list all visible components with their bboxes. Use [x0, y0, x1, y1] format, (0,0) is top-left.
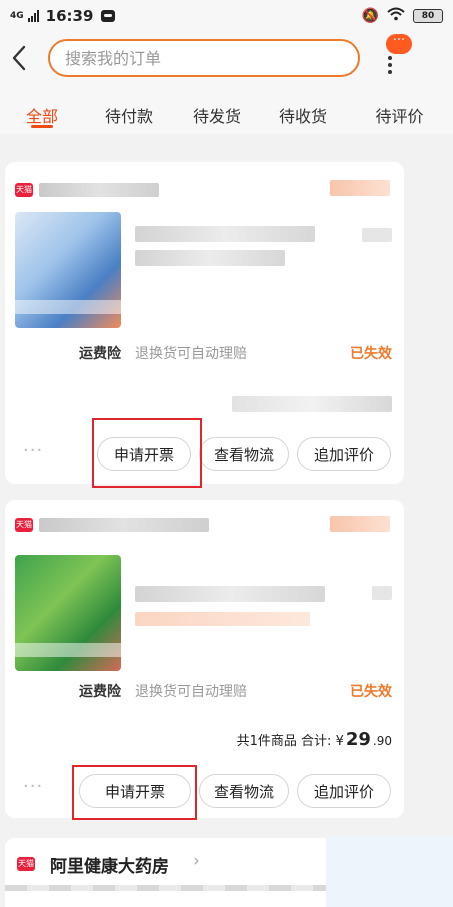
order-search-input[interactable] [48, 39, 360, 77]
service-row: 运费险 退换货可自动理赔 [79, 342, 247, 364]
tmall-badge: 天猫 [15, 183, 33, 197]
order-card[interactable]: 天猫 运费险 退换货可自动理赔 已失效 共1件商品 合计: ¥ 29 .90 ·… [5, 500, 404, 818]
highlight-annotation [72, 765, 197, 820]
signal-icon [27, 10, 39, 22]
total-price: 29 [345, 729, 371, 750]
product-title-redacted [135, 226, 315, 242]
auto-claim-label: 退换货可自动理赔 [135, 346, 247, 362]
product-title-redacted [135, 586, 325, 602]
order-card[interactable]: 天猫 运费险 退换货可自动理赔 已失效 ··· 申请开票 查看物流 追加评价 [5, 162, 404, 484]
product-thumbnail[interactable] [15, 555, 121, 671]
auto-claim-label: 退换货可自动理赔 [135, 684, 247, 700]
more-actions-icon[interactable]: ··· [23, 440, 43, 461]
order-status-tabs: 全部 待付款 待发货 待收货 待评价 [0, 88, 453, 134]
chevron-right-icon[interactable]: › [193, 851, 200, 871]
add-review-button[interactable]: 追加评价 [297, 437, 391, 471]
order-status-redacted [330, 516, 390, 532]
order-status-redacted [330, 180, 390, 196]
service-row: 运费险 退换货可自动理赔 [79, 680, 247, 702]
status-left: 4G 16:39 [10, 7, 116, 25]
tab-pending-shipment[interactable]: 待发货 [174, 88, 260, 134]
total-label: 共1件商品 合计: ¥ [236, 734, 344, 749]
product-title-redacted [135, 250, 285, 266]
insurance-status: 已失效 [350, 684, 392, 700]
clock: 16:39 [45, 7, 94, 25]
shop-name-redacted [39, 183, 159, 197]
insurance-status: 已失效 [350, 346, 392, 362]
product-price-redacted [135, 612, 310, 626]
total-cents: .90 [372, 734, 392, 748]
more-menu[interactable]: ··· [378, 34, 418, 74]
product-price-redacted [362, 228, 392, 242]
order-total-redacted [232, 396, 392, 412]
shop-row[interactable]: 天猫 [15, 514, 209, 536]
mute-bell-icon: 🔕 [361, 8, 379, 24]
freight-insurance-label: 运费险 [79, 346, 121, 362]
tab-pending-payment[interactable]: 待付款 [84, 88, 174, 134]
header: ··· [0, 32, 453, 88]
shop-name-redacted [39, 518, 209, 532]
shop-row[interactable]: 天猫 [15, 179, 159, 201]
tab-pending-review[interactable]: 待评价 [346, 88, 453, 134]
product-thumbnail[interactable] [15, 212, 121, 328]
product-qty-redacted [372, 586, 392, 600]
status-bar: 4G 16:39 🔕 80 [0, 0, 453, 32]
wifi-icon [387, 7, 405, 25]
status-right: 🔕 80 [362, 7, 443, 25]
message-notification-icon [101, 10, 116, 22]
view-logistics-button[interactable]: 查看物流 [199, 437, 289, 471]
add-review-button[interactable]: 追加评价 [297, 774, 391, 808]
more-actions-icon[interactable]: ··· [23, 776, 43, 797]
view-logistics-button[interactable]: 查看物流 [199, 774, 289, 808]
battery-icon: 80 [413, 9, 443, 23]
decorative-overlay [326, 836, 453, 907]
kebab-menu-icon [388, 56, 392, 74]
freight-insurance-label: 运费险 [79, 684, 121, 700]
back-arrow-icon[interactable] [8, 44, 32, 72]
tmall-badge: 天猫 [17, 857, 35, 871]
shop-name[interactable]: 阿里健康大药房 [50, 852, 169, 877]
highlight-annotation [92, 418, 202, 488]
network-type: 4G [10, 10, 24, 21]
tmall-badge: 天猫 [15, 518, 33, 532]
order-total: 共1件商品 合计: ¥ 29 .90 [237, 729, 392, 750]
message-badge: ··· [386, 34, 412, 54]
tab-all[interactable]: 全部 [0, 88, 84, 134]
tab-pending-receipt[interactable]: 待收货 [260, 88, 346, 134]
